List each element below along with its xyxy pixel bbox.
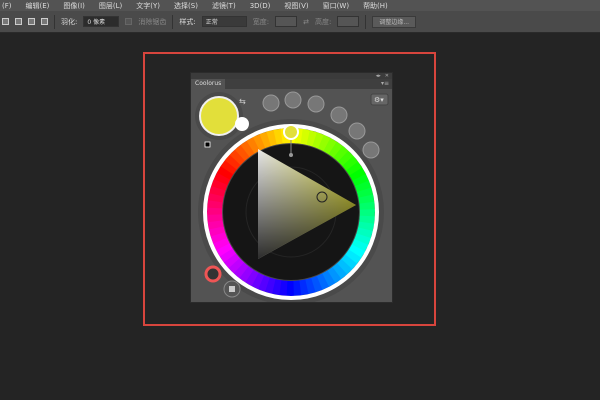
color-wheel-area: ⇆ ⚙▾	[195, 91, 389, 305]
swap-icon[interactable]: ⇄	[303, 18, 309, 26]
menu-file[interactable]: (F)	[2, 2, 12, 10]
options-bar: 羽化: 0 像素 消除锯齿 样式: 正常 宽度: ⇄ 高度: 调整边缘...	[0, 11, 600, 33]
feather-label: 羽化:	[61, 17, 78, 26]
height-input[interactable]	[337, 16, 360, 27]
refine-edge-button[interactable]: 调整边缘...	[372, 15, 417, 28]
menu-select[interactable]: 选择(S)	[174, 1, 198, 11]
panel-tabs: Coolorus ▾≡	[191, 79, 392, 89]
width-input[interactable]	[275, 16, 298, 27]
hue-handle[interactable]	[283, 124, 299, 140]
menu-edit[interactable]: 编辑(E)	[26, 1, 50, 11]
style-select[interactable]: 正常	[201, 16, 247, 27]
add-selection-icon[interactable]	[15, 18, 22, 25]
antialias-checkbox[interactable]	[125, 18, 133, 25]
style-label: 样式:	[179, 17, 196, 26]
tab-coolorus[interactable]: Coolorus	[191, 79, 226, 89]
preset-icon[interactable]	[284, 91, 302, 109]
panel-menu-icon[interactable]: ▾≡	[381, 80, 389, 87]
coolorus-panel: ◂▸ ✕ Coolorus ▾≡ ⇆ ⚙▾	[190, 72, 393, 305]
height-label: 高度:	[314, 17, 332, 26]
intersect-selection-icon[interactable]	[41, 18, 48, 25]
menu-filter[interactable]: 滤镜(T)	[212, 1, 236, 11]
foreground-color-swatch[interactable]	[199, 96, 239, 136]
new-selection-icon[interactable]	[2, 18, 9, 25]
menu-type[interactable]: 文字(Y)	[136, 1, 160, 11]
square-icon	[229, 286, 235, 292]
menu-layer[interactable]: 图层(L)	[99, 1, 122, 11]
divider	[54, 14, 55, 29]
menu-window[interactable]: 窗口(W)	[323, 1, 349, 11]
preset-icon[interactable]	[307, 95, 325, 113]
menu-3d[interactable]: 3D(D)	[250, 2, 271, 10]
menu-bar: (F) 编辑(E) 图像(I) 图层(L) 文字(Y) 选择(S) 滤镜(T) …	[0, 0, 600, 11]
subtract-selection-icon[interactable]	[28, 18, 35, 25]
background-color-swatch[interactable]	[235, 117, 249, 131]
preset-icon[interactable]	[362, 141, 380, 159]
divider	[365, 14, 367, 29]
preset-icon[interactable]	[330, 106, 348, 124]
menu-view[interactable]: 视图(V)	[284, 1, 308, 11]
preset-icon[interactable]	[262, 94, 280, 112]
menu-image[interactable]: 图像(I)	[63, 1, 85, 11]
antialias-label: 消除锯齿	[138, 17, 167, 26]
preset-icon[interactable]	[348, 122, 366, 140]
gear-icon: ⚙▾	[374, 96, 384, 104]
menu-help[interactable]: 帮助(H)	[363, 1, 388, 11]
feather-input[interactable]: 0 像素	[83, 16, 120, 27]
color-mode-icon[interactable]	[204, 265, 222, 283]
swap-colors-icon[interactable]: ⇆	[239, 97, 246, 106]
divider	[172, 14, 174, 29]
width-label: 宽度:	[252, 17, 270, 26]
default-colors-icon[interactable]	[204, 141, 211, 148]
